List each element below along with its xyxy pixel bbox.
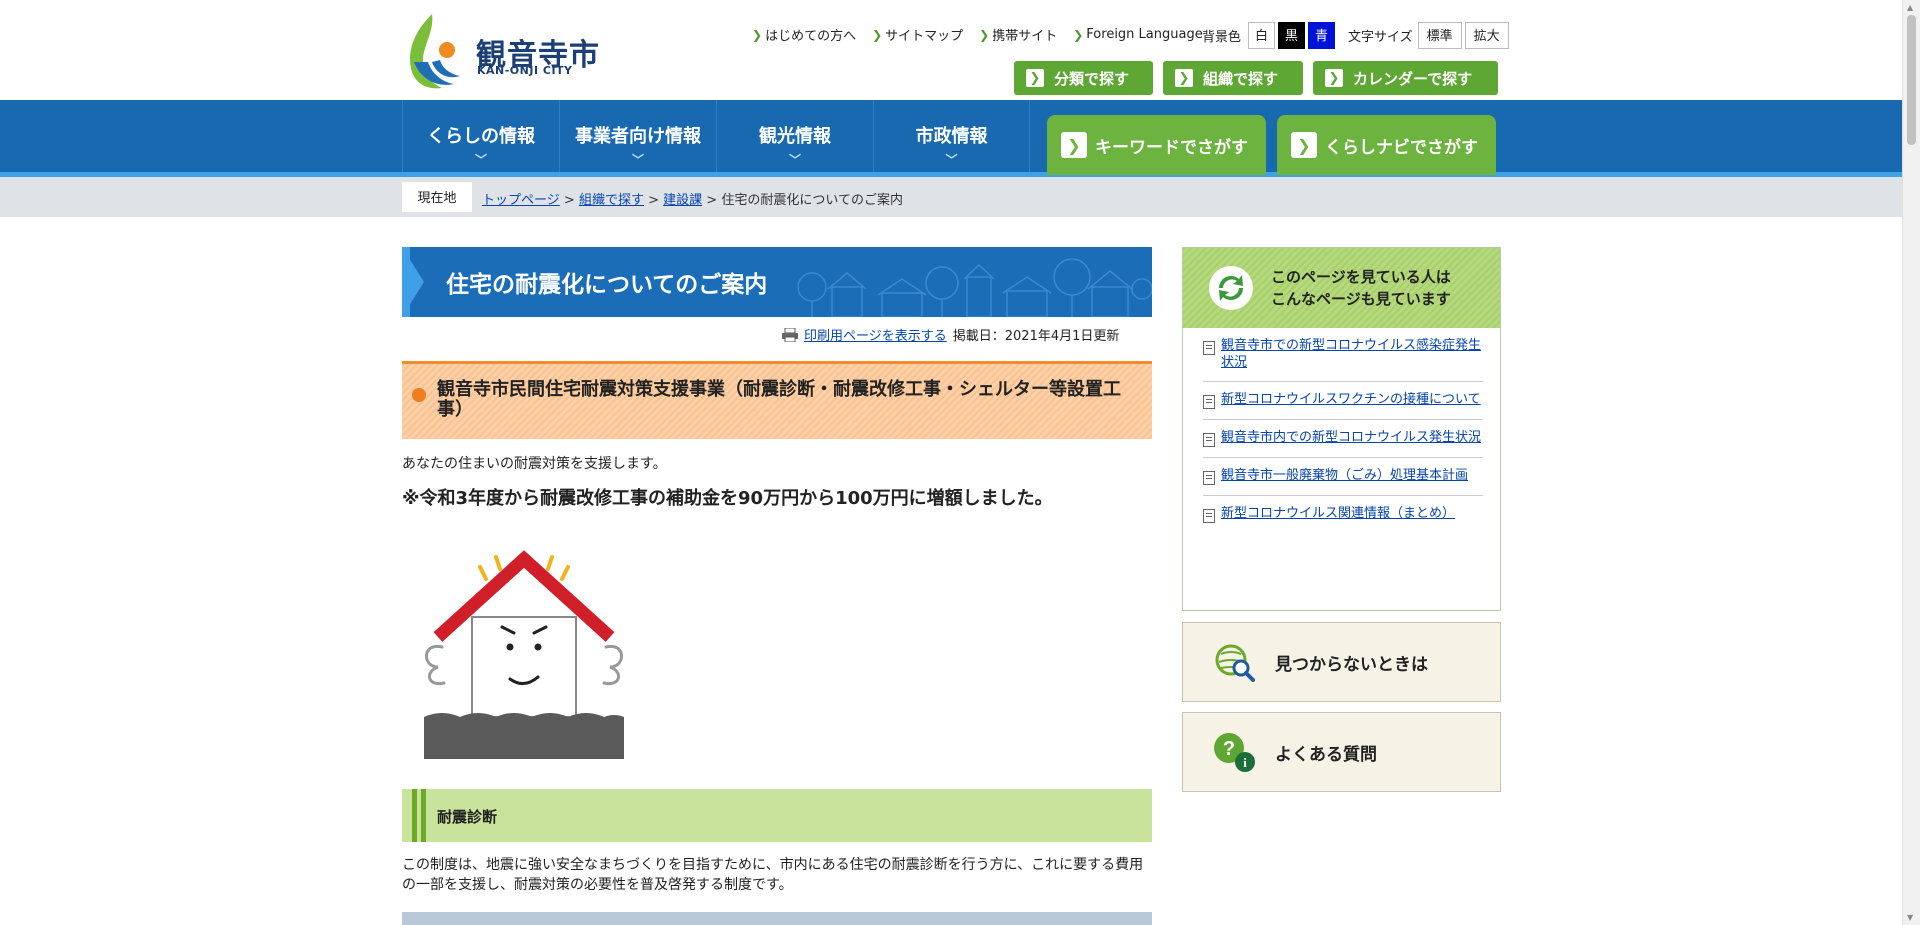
breadcrumb-sep: >	[563, 193, 575, 208]
print-page-link[interactable]: 印刷用ページを表示する	[804, 325, 947, 344]
search-buttons: ❯ 分類で探す ❯ 組織で探す ❯ カレンダーで探す	[1014, 61, 1498, 95]
svg-text:?: ?	[1223, 738, 1235, 760]
list-item: 新型コロナウイルス関連情報（まとめ）	[1203, 496, 1483, 533]
subsection-heading-green: 耐震診断	[402, 789, 1152, 842]
chevron-down-icon: ﹀	[474, 153, 488, 167]
breadcrumb-here-label: 現在地	[402, 182, 472, 212]
nav-city-admin-info[interactable]: 市政情報 ﹀	[873, 100, 1030, 172]
document-icon	[1203, 471, 1215, 485]
related-link[interactable]: 観音寺市内での新型コロナウイルス発生状況	[1221, 429, 1481, 447]
breadcrumb-sep: >	[706, 193, 718, 208]
subsection-heading-text: 耐震診断	[437, 808, 498, 826]
bullet-icon	[412, 388, 426, 402]
list-item: 観音寺市での新型コロナウイルス感染症発生状況	[1203, 328, 1483, 382]
bg-black-button[interactable]: 黒	[1278, 22, 1306, 49]
house-illustration	[424, 550, 624, 759]
link-sitemap[interactable]: ❯ サイトマップ	[872, 25, 963, 45]
nav-living-info[interactable]: くらしの情報 ﹀	[402, 100, 559, 172]
breadcrumb: 現在地 トップページ > 組織で探す > 建設課 > 住宅の耐震化についてのご案…	[0, 177, 1903, 217]
font-enlarge-button[interactable]: 拡大	[1464, 22, 1509, 49]
global-nav: くらしの情報 ﹀ 事業者向け情報 ﹀ 観光情報 ﹀ 市政情報 ﹀ ❯ キーワードでさがす …	[0, 100, 1903, 177]
chevron-down-icon: ﹀	[631, 153, 645, 167]
utility-links: ❯ はじめての方へ ❯ サイトマップ ❯ 携帯サイト ❯ Foreign Languag…	[752, 25, 1203, 44]
section-heading-orange: 観音寺市民間住宅耐震対策支援事業（耐震診断・耐震改修工事・シェルター等設置工事）	[402, 361, 1152, 439]
breadcrumb-top[interactable]: トップページ	[482, 193, 560, 208]
nav-kurashi-navi-search[interactable]: ❯ くらしナビでさがす	[1277, 115, 1496, 175]
faq-card[interactable]: ? i よくある質問	[1182, 712, 1501, 792]
magnifier-icon	[1215, 644, 1255, 682]
scroll-down-icon[interactable]: ▼	[1907, 913, 1913, 922]
link-mobile[interactable]: ❯ 携帯サイト	[979, 25, 1057, 45]
next-section-bar	[402, 912, 1152, 925]
printer-icon	[782, 327, 798, 342]
chevron-right-icon: ❯	[1073, 27, 1084, 42]
vertical-scrollbar[interactable]: ▲ ▼	[1902, 0, 1920, 925]
not-found-label: 見つからないときは	[1275, 654, 1428, 675]
scroll-thumb[interactable]	[1907, 15, 1916, 145]
intro-text: あなたの住まいの耐震対策を支援します。	[402, 456, 667, 472]
list-item: 新型コロナウイルスワクチンの接種について	[1203, 382, 1483, 420]
document-icon	[1203, 509, 1215, 523]
font-size-label: 文字サイズ	[1348, 30, 1413, 45]
faq-label: よくある質問	[1275, 744, 1377, 765]
link-foreign-language[interactable]: ❯ Foreign Language	[1073, 25, 1202, 44]
print-row: 印刷用ページを表示する 掲載日：2021年4月1日更新	[782, 325, 1119, 344]
chevron-down-icon: ﹀	[788, 153, 802, 167]
breadcrumb-organization[interactable]: 組織で探す	[579, 193, 644, 208]
font-size-controls: 文字サイズ 標準 拡大	[1348, 22, 1509, 49]
related-link[interactable]: 観音寺市一般廃棄物（ごみ）処理基本計画	[1221, 467, 1468, 485]
search-by-organization-button[interactable]: ❯ 組織で探す	[1163, 61, 1303, 95]
chevron-right-icon: ❯	[1175, 69, 1193, 87]
related-link[interactable]: 新型コロナウイルスワクチンの接種について	[1221, 391, 1481, 409]
bg-white-button[interactable]: 白	[1248, 22, 1276, 49]
document-icon	[1203, 395, 1215, 409]
bg-blue-button[interactable]: 青	[1308, 22, 1336, 49]
search-by-category-button[interactable]: ❯ 分類で探す	[1014, 61, 1153, 95]
related-pages-title: このページを見ている人は こんなページも見ています	[1271, 268, 1451, 308]
background-color-controls: 背景色 白 黒 青	[1202, 22, 1336, 49]
not-found-card[interactable]: 見つからないときは	[1182, 622, 1501, 702]
chevron-down-icon: ﹀	[945, 153, 958, 167]
svg-text:i: i	[1243, 755, 1247, 770]
bg-label: 背景色	[1202, 30, 1242, 45]
chevron-right-icon: ❯	[1325, 69, 1343, 87]
chevron-right-icon: ❯	[752, 27, 763, 42]
breadcrumb-sep: >	[648, 193, 659, 208]
breadcrumb-current: 住宅の耐震化についてのご案内	[721, 193, 903, 208]
list-item: 観音寺市一般廃棄物（ごみ）処理基本計画	[1203, 458, 1483, 496]
font-standard-button[interactable]: 標準	[1417, 22, 1462, 49]
nav-keyword-search[interactable]: ❯ キーワードでさがす	[1047, 115, 1266, 175]
nav-business-info[interactable]: 事業者向け情報 ﹀	[559, 100, 716, 172]
chevron-right-icon: ❯	[1061, 132, 1087, 158]
chevron-right-icon: ❯	[979, 27, 990, 42]
scroll-up-icon[interactable]: ▲	[1907, 3, 1913, 12]
list-item: 観音寺市内での新型コロナウイルス発生状況	[1203, 420, 1483, 458]
body-paragraph: この制度は、地震に強い安全なまちづくりを目指すために、市内にある住宅の耐震診断を…	[402, 857, 1144, 893]
related-pages-list: 観音寺市での新型コロナウイルス感染症発生状況 新型コロナウイルスワクチンの接種に…	[1203, 328, 1483, 533]
related-link[interactable]: 観音寺市での新型コロナウイルス感染症発生状況	[1221, 337, 1483, 371]
chevron-right-icon: ❯	[1026, 69, 1044, 87]
related-link[interactable]: 新型コロナウイルス関連情報（まとめ）	[1221, 505, 1455, 523]
nav-tourism-info[interactable]: 観光情報 ﹀	[716, 100, 873, 172]
breadcrumb-construction[interactable]: 建設課	[663, 193, 702, 208]
townscape-decoration	[797, 258, 1152, 317]
page-title: 住宅の耐震化についてのご案内	[446, 272, 768, 298]
section-heading-text: 観音寺市民間住宅耐震対策支援事業（耐震診断・耐震改修工事・シェルター等設置工事）	[437, 379, 1121, 420]
document-icon	[1203, 341, 1215, 355]
logo-subtitle: KAN-ONJI CITY	[477, 64, 573, 77]
chevron-right-icon: ❯	[1291, 132, 1317, 158]
notice-text: ※令和3年度から耐震改修工事の補助金を90万円から100万円に増額しました。	[402, 488, 1053, 509]
related-pages-box: このページを見ている人は こんなページも見ています 観音寺市での新型コロナウイル…	[1182, 247, 1501, 611]
updated-date: 掲載日：2021年4月1日更新	[952, 329, 1120, 344]
refresh-icon	[1209, 266, 1253, 310]
page-title-banner: 住宅の耐震化についてのご案内	[402, 247, 1152, 317]
related-pages-header: このページを見ている人は こんなページも見ています	[1183, 248, 1500, 328]
chevron-right-icon: ❯	[872, 27, 883, 42]
search-by-calendar-button[interactable]: ❯ カレンダーで探す	[1313, 61, 1498, 95]
document-icon	[1203, 433, 1215, 447]
link-beginners[interactable]: ❯ はじめての方へ	[752, 25, 856, 45]
faq-icon: ? i	[1214, 733, 1255, 772]
